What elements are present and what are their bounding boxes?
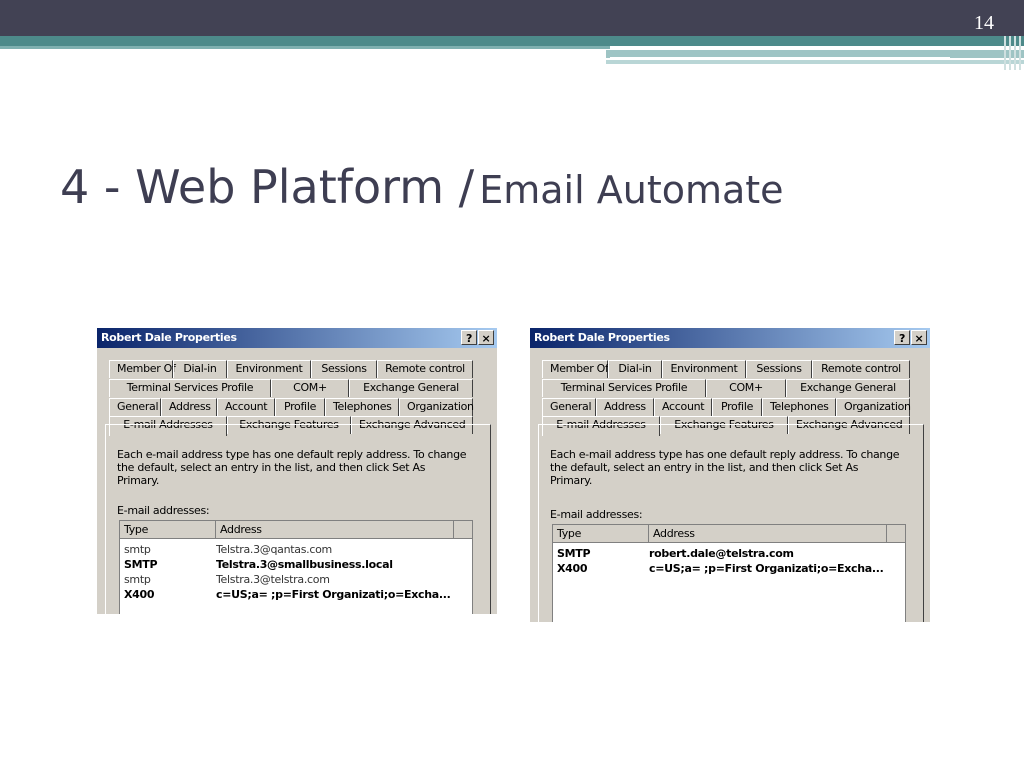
tab-dial-in[interactable]: Dial-in	[608, 360, 662, 378]
tab-organization[interactable]: Organization	[836, 398, 911, 416]
list-item-address: c=US;a= ;p=First Organizati;o=Excha...	[216, 588, 451, 601]
list-item[interactable]: SMTP robert.dale@telstra.com	[553, 546, 905, 561]
tab-member-of[interactable]: Member Of	[109, 360, 176, 378]
list-item-type: X400	[124, 588, 155, 601]
tab-organization[interactable]: Organization	[399, 398, 474, 416]
slide-accent-bar-lighter	[606, 60, 1024, 64]
email-address-list[interactable]: Type Address smtp Telstra.3@qantas.com S…	[119, 520, 473, 614]
list-item-address: c=US;a= ;p=First Organizati;o=Excha...	[649, 562, 884, 575]
help-button[interactable]: ?	[894, 330, 910, 345]
tab-profile[interactable]: Profile	[712, 398, 762, 416]
tab-terminal-services-profile[interactable]: Terminal Services Profile	[542, 379, 706, 397]
dialog-titlebar: Robert Dale Properties ? ×	[530, 328, 930, 348]
close-button[interactable]: ×	[911, 330, 927, 345]
list-item-address: Telstra.3@qantas.com	[216, 543, 332, 556]
list-item-type: X400	[557, 562, 588, 575]
list-item[interactable]: X400 c=US;a= ;p=First Organizati;o=Excha…	[553, 561, 905, 576]
tab-telephones[interactable]: Telephones	[762, 398, 836, 416]
slide-title-sub: Email Automate	[479, 168, 784, 212]
slide-top-bar	[0, 0, 1024, 36]
tab-general[interactable]: General	[542, 398, 596, 416]
slide-accent-stripe	[1004, 36, 1006, 70]
list-item[interactable]: X400 c=US;a= ;p=First Organizati;o=Excha…	[120, 587, 472, 602]
tab-address[interactable]: Address	[596, 398, 654, 416]
tab-dial-in[interactable]: Dial-in	[173, 360, 227, 378]
properties-dialog-right: Robert Dale Properties ? × Member Of Dia…	[530, 328, 930, 622]
email-address-list[interactable]: Type Address SMTP robert.dale@telstra.co…	[552, 524, 906, 622]
list-item-address: robert.dale@telstra.com	[649, 547, 794, 560]
close-button[interactable]: ×	[478, 330, 494, 345]
tab-account[interactable]: Account	[654, 398, 712, 416]
column-header-address[interactable]: Address	[649, 525, 887, 542]
list-item-type: SMTP	[124, 558, 158, 571]
slide-accent-bar	[0, 36, 1024, 46]
slide-number: 14	[974, 12, 994, 34]
properties-dialog-left: Robert Dale Properties ? × Member Of Dia…	[97, 328, 497, 614]
list-item-address: Telstra.3@telstra.com	[216, 573, 330, 586]
slide-accent-line	[0, 46, 610, 49]
description-text: Each e-mail address type has one default…	[117, 448, 467, 487]
list-item[interactable]: SMTP Telstra.3@smallbusiness.local	[120, 557, 472, 572]
slide-title: 4 - Web Platform / Email Automate	[60, 160, 784, 214]
list-item-type: SMTP	[557, 547, 591, 560]
slide-accent-stripe	[1019, 36, 1021, 70]
tab-remote-control[interactable]: Remote control	[377, 360, 473, 378]
dialog-title: Robert Dale Properties	[101, 331, 237, 344]
list-item-type: smtp	[124, 543, 151, 556]
list-header: Type Address	[120, 521, 472, 539]
tab-environment[interactable]: Environment	[227, 360, 311, 378]
list-item-address: Telstra.3@smallbusiness.local	[216, 558, 393, 571]
slide-accent-stripe	[1014, 36, 1016, 70]
tab-account[interactable]: Account	[217, 398, 275, 416]
slide-accent-white-line	[610, 57, 950, 59]
tab-com-plus[interactable]: COM+	[706, 379, 786, 397]
email-addresses-label: E-mail addresses:	[550, 508, 643, 521]
tab-telephones[interactable]: Telephones	[325, 398, 399, 416]
tab-exchange-general[interactable]: Exchange General	[349, 379, 473, 397]
description-text: Each e-mail address type has one default…	[550, 448, 900, 487]
tab-sessions[interactable]: Sessions	[311, 360, 377, 378]
slide-accent-stripe	[1009, 36, 1011, 70]
list-header: Type Address	[553, 525, 905, 543]
tab-com-plus[interactable]: COM+	[271, 379, 349, 397]
tab-remote-control[interactable]: Remote control	[812, 360, 910, 378]
list-item[interactable]: smtp Telstra.3@qantas.com	[120, 542, 472, 557]
dialog-title: Robert Dale Properties	[534, 331, 670, 344]
tab-sessions[interactable]: Sessions	[746, 360, 812, 378]
tab-terminal-services-profile[interactable]: Terminal Services Profile	[109, 379, 271, 397]
list-item[interactable]: smtp Telstra.3@telstra.com	[120, 572, 472, 587]
tab-environment[interactable]: Environment	[662, 360, 746, 378]
column-header-type[interactable]: Type	[120, 521, 216, 538]
email-addresses-label: E-mail addresses:	[117, 504, 210, 517]
tab-general[interactable]: General	[109, 398, 161, 416]
list-item-type: smtp	[124, 573, 151, 586]
dialog-titlebar: Robert Dale Properties ? ×	[97, 328, 497, 348]
slide-title-main: 4 - Web Platform /	[60, 160, 475, 214]
help-button[interactable]: ?	[461, 330, 477, 345]
column-header-type[interactable]: Type	[553, 525, 649, 542]
tab-exchange-general[interactable]: Exchange General	[786, 379, 910, 397]
column-header-address[interactable]: Address	[216, 521, 454, 538]
tab-profile[interactable]: Profile	[275, 398, 325, 416]
tab-address[interactable]: Address	[161, 398, 217, 416]
tab-member-of[interactable]: Member Of	[542, 360, 609, 378]
